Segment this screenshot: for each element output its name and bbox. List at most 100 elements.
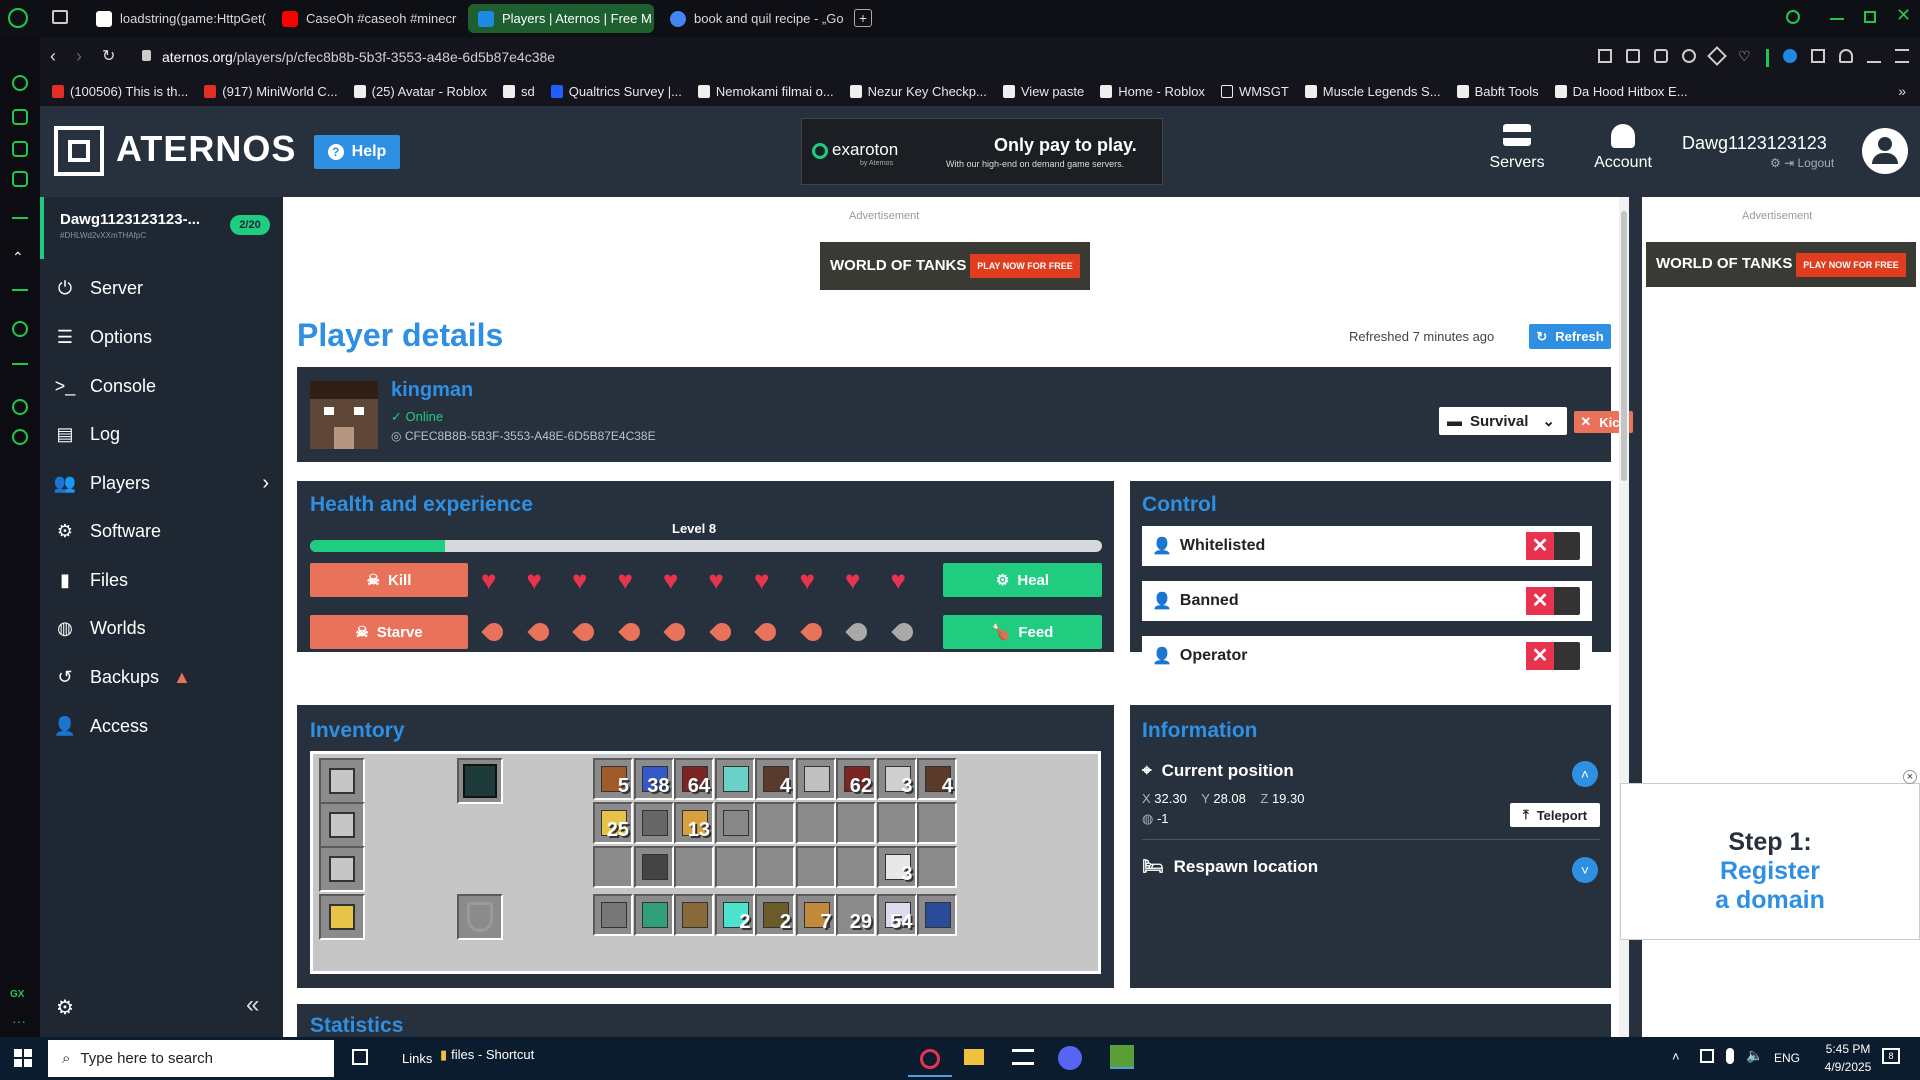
messenger-icon[interactable] xyxy=(12,171,28,187)
collapse-sidebar-icon[interactable]: « xyxy=(246,991,259,1019)
armor-slot[interactable] xyxy=(319,846,365,892)
bookmark-item[interactable]: Babft Tools xyxy=(1456,84,1539,99)
tab-menu-icon[interactable] xyxy=(52,10,68,24)
logout-link[interactable]: ⚙ ⇥ Logout xyxy=(1770,156,1834,170)
more-bookmarks-icon[interactable]: » xyxy=(1898,83,1906,99)
inventory-slot[interactable] xyxy=(917,894,957,936)
bookmark-item[interactable]: WMSGT xyxy=(1220,84,1289,99)
exaroton-ad-banner[interactable]: exaroton by Aternos Only pay to play. Wi… xyxy=(801,118,1163,185)
header-username[interactable]: Dawg1123123123 xyxy=(1682,133,1827,154)
inventory-slot[interactable] xyxy=(795,758,836,800)
chevron-up-icon[interactable]: ˄ xyxy=(1572,761,1598,787)
back-icon[interactable]: ‹ xyxy=(50,46,56,67)
inventory-slot[interactable] xyxy=(917,846,957,888)
discord-icon[interactable] xyxy=(1058,1046,1082,1070)
url-field[interactable]: aternos.org/players/p/cfec8b8b-5b3f-3553… xyxy=(162,49,555,65)
profile-icon[interactable] xyxy=(1839,49,1853,63)
feed-button[interactable]: 🍗 Feed xyxy=(943,615,1102,649)
logo-text[interactable]: ATERNOS xyxy=(116,128,296,170)
starve-button[interactable]: ☠ Starve xyxy=(310,615,468,649)
microphone-icon[interactable] xyxy=(1726,1048,1734,1064)
sidebar-item-console[interactable]: >_ Console xyxy=(54,375,156,397)
gx-corner-icon[interactable] xyxy=(12,109,28,125)
send-icon[interactable] xyxy=(1707,46,1727,66)
meet-icon[interactable] xyxy=(1700,1049,1714,1063)
inventory-slot[interactable] xyxy=(633,894,674,936)
bookmark-item[interactable]: View paste xyxy=(1002,84,1084,99)
inventory-slot[interactable]: 38 xyxy=(633,758,674,800)
sidebar-item-log[interactable]: ▤ Log xyxy=(54,423,120,445)
inventory-slot[interactable]: 13 xyxy=(674,802,714,844)
restore-icon[interactable] xyxy=(1864,11,1876,23)
inventory-slot[interactable] xyxy=(755,846,795,888)
app-icon[interactable] xyxy=(1012,1049,1034,1065)
search-tabs-icon[interactable] xyxy=(1786,10,1800,24)
flow-icon[interactable] xyxy=(12,75,28,91)
inventory-slot[interactable] xyxy=(795,802,836,844)
sidebar-item-options[interactable]: ☰ Options xyxy=(54,326,152,348)
bookmark-item[interactable]: Da Hood Hitbox E... xyxy=(1554,84,1688,99)
new-tab-button[interactable]: + xyxy=(854,9,872,27)
inventory-slot[interactable] xyxy=(876,802,917,844)
inventory-slot[interactable] xyxy=(836,846,876,888)
armor-slot[interactable] xyxy=(319,758,365,804)
scrollbar-thumb[interactable] xyxy=(1621,211,1627,481)
volume-icon[interactable]: 🔈 xyxy=(1746,1047,1763,1064)
inventory-slot[interactable]: 2 xyxy=(755,894,795,936)
bookmark-item[interactable]: sd xyxy=(502,84,535,99)
banned-toggle[interactable]: ✕ xyxy=(1526,587,1580,615)
sidebar-item-players[interactable]: 👥 Players › xyxy=(54,472,269,494)
task-view-icon[interactable] xyxy=(352,1049,368,1065)
download-icon[interactable] xyxy=(1867,49,1881,63)
close-window-icon[interactable]: ✕ xyxy=(1896,5,1911,26)
inventory-slot[interactable] xyxy=(593,894,633,936)
chevron-down-icon[interactable]: ˅ xyxy=(1572,857,1598,883)
aternos-logo-icon[interactable] xyxy=(54,126,104,176)
camera-icon[interactable] xyxy=(1654,49,1668,63)
tab-loadstring[interactable]: loadstring(game:HttpGet( xyxy=(86,4,266,33)
inventory-slot[interactable]: 54 xyxy=(876,894,917,936)
player-name[interactable]: kingman xyxy=(391,379,473,402)
inventory-slot[interactable]: 3 xyxy=(876,846,917,888)
inventory-slot[interactable]: 5 xyxy=(593,758,633,800)
tab-caseoh[interactable]: CaseOh #caseoh #minecr xyxy=(272,4,458,33)
notifications-icon[interactable]: 8 xyxy=(1882,1048,1900,1064)
opera-gx-logo-icon[interactable] xyxy=(8,8,28,28)
edit-icon[interactable] xyxy=(1626,49,1640,63)
popup-close-button[interactable]: × xyxy=(1903,770,1917,784)
bookmark-item[interactable]: (25) Avatar - Roblox xyxy=(353,84,487,99)
armor-slot[interactable] xyxy=(319,894,365,940)
tab-aternos[interactable]: Players | Aternos | Free M xyxy=(468,4,654,33)
heal-button[interactable]: ⚙ Heal xyxy=(943,563,1102,597)
more-icon[interactable]: ··· xyxy=(12,1013,26,1029)
operator-toggle[interactable]: ✕ xyxy=(1526,642,1580,670)
shield-icon[interactable] xyxy=(1682,49,1696,63)
inventory-slot[interactable] xyxy=(917,802,957,844)
inventory-slot[interactable]: 3 xyxy=(876,758,917,800)
gamemode-select[interactable]: ▬ Survival ⌄ xyxy=(1439,407,1567,435)
kill-button[interactable]: ☠ Kill xyxy=(310,563,468,597)
files-shortcut[interactable]: ▮ files - Shortcut xyxy=(440,1047,534,1063)
teleport-button[interactable]: ⤒ Teleport xyxy=(1510,803,1600,827)
settings-icon[interactable] xyxy=(12,429,28,445)
inventory-slot[interactable] xyxy=(633,802,674,844)
whitelisted-toggle[interactable]: ✕ xyxy=(1526,532,1580,560)
file-explorer-icon[interactable] xyxy=(964,1049,984,1065)
inventory-slot[interactable]: 4 xyxy=(917,758,957,800)
heart-icon[interactable]: ♡ xyxy=(1738,49,1752,63)
refresh-button[interactable]: ↻ Refresh xyxy=(1529,324,1611,349)
sidebar-item-server[interactable]: ⏻ Server xyxy=(54,277,143,299)
sidebar-item-software[interactable]: ⚙ Software xyxy=(54,520,161,542)
clock[interactable]: 5:45 PM 4/9/2025 xyxy=(1820,1042,1876,1074)
bookmark-item[interactable]: Muscle Legends S... xyxy=(1304,84,1441,99)
register-domain-popup[interactable]: Step 1: Register a domain xyxy=(1620,783,1920,940)
sidebar-item-access[interactable]: 👤 Access xyxy=(54,715,148,737)
inventory-slot[interactable] xyxy=(795,846,836,888)
minecraft-icon[interactable] xyxy=(1110,1045,1134,1069)
player-icon[interactable] xyxy=(12,321,28,337)
avatar[interactable] xyxy=(1862,128,1908,174)
inventory-slot[interactable]: 62 xyxy=(836,758,876,800)
twitch-icon[interactable] xyxy=(12,141,28,157)
shield-slot[interactable] xyxy=(457,894,503,940)
bookmark-item[interactable]: Home - Roblox xyxy=(1100,84,1205,99)
